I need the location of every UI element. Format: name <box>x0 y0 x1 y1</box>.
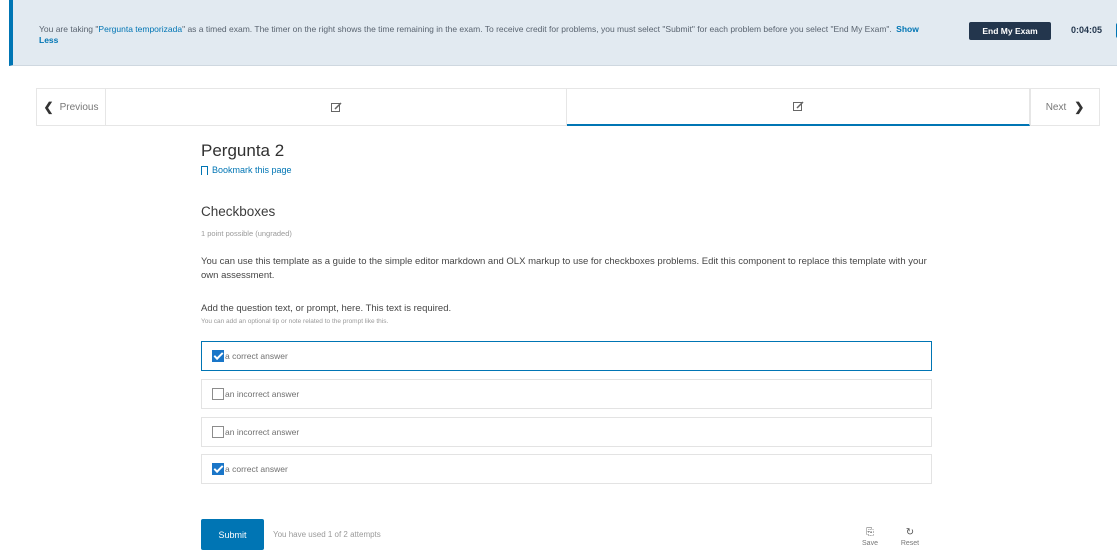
previous-label: Previous <box>59 101 99 113</box>
bookmark-button[interactable]: Bookmark this page <box>201 165 292 175</box>
question-prompt: Add the question text, or prompt, here. … <box>201 303 452 314</box>
checkbox-unchecked[interactable] <box>212 426 224 438</box>
choice-label: an incorrect answer <box>225 427 300 437</box>
unit-title: Pergunta 2 <box>201 141 285 160</box>
points-possible: 1 point possible (ungraded) <box>201 229 292 238</box>
end-my-exam-button[interactable]: End My Exam <box>969 22 1051 40</box>
submit-button[interactable]: Submit <box>201 519 264 550</box>
exam-message-text: You are taking " <box>39 24 99 34</box>
choice-label: a correct answer <box>225 351 288 361</box>
checkbox-checked[interactable] <box>212 463 224 475</box>
chevron-left-icon: ❮ <box>43 100 54 114</box>
choice-option[interactable]: an incorrect answer <box>201 379 932 409</box>
bookmark-icon <box>201 165 208 175</box>
save-button[interactable]: ⎘ Save <box>855 527 885 547</box>
sequence-tab-2-active[interactable] <box>567 88 1030 126</box>
bookmark-label: Bookmark this page <box>212 165 292 175</box>
exam-name-link[interactable]: Pergunta temporizada <box>98 24 182 34</box>
choice-option[interactable]: an incorrect answer <box>201 417 932 447</box>
problem-intro: You can use this template as a guide to … <box>201 256 927 281</box>
checkbox-unchecked[interactable] <box>212 388 224 400</box>
choice-label: an incorrect answer <box>225 389 300 399</box>
exam-message: You are taking "Pergunta temporizada" as… <box>39 24 939 46</box>
exam-timer: 0:04:05 <box>1071 25 1103 35</box>
save-icon: ⎘ <box>866 527 874 538</box>
reset-label: Reset <box>900 540 920 547</box>
choice-label: a correct answer <box>225 464 288 474</box>
attempts-count: You have used 1 of 2 attempts <box>273 530 381 539</box>
previous-button[interactable]: ❮ Previous <box>36 88 106 126</box>
prompt-note: You can add an optional tip or note rela… <box>201 318 389 325</box>
sequence-tab-1[interactable] <box>106 88 567 126</box>
timed-exam-banner: You are taking "Pergunta temporizada" as… <box>9 0 1117 66</box>
chevron-right-icon: ❯ <box>1074 100 1085 114</box>
choice-option[interactable]: a correct answer <box>201 454 932 484</box>
sequence-navigation: ❮ Previous Next ❯ <box>36 88 1117 126</box>
next-label: Next <box>1045 101 1067 113</box>
reset-button[interactable]: ↻ Reset <box>895 527 925 547</box>
choice-option[interactable]: a correct answer <box>201 341 932 371</box>
save-label: Save <box>862 540 878 547</box>
checkbox-checked[interactable] <box>212 350 224 362</box>
problem-title: Checkboxes <box>201 204 276 219</box>
next-button[interactable]: Next ❯ <box>1030 88 1100 126</box>
exam-message-text-cont: " as a timed exam. The timer on the righ… <box>182 24 892 34</box>
reset-icon: ↻ <box>905 527 915 538</box>
edit-icon <box>792 101 804 111</box>
edit-icon <box>330 101 342 112</box>
